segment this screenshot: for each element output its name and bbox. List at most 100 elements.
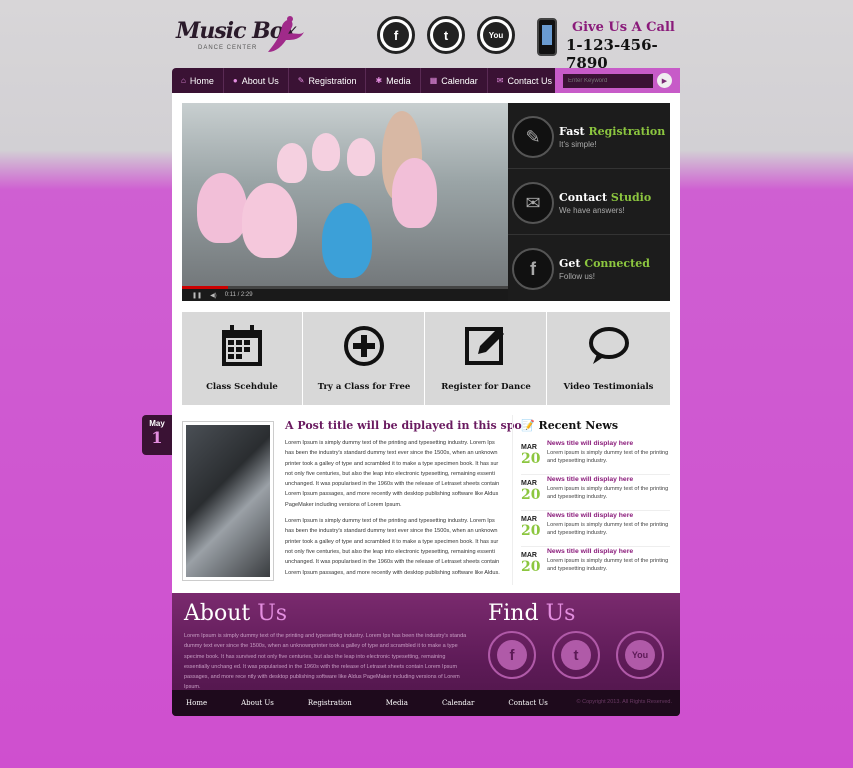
nav-label: About Us	[241, 75, 279, 86]
feature-label: Video Testimonials	[563, 382, 654, 392]
news-day: 20	[521, 487, 541, 503]
news-item[interactable]: MAR 20 News title will display here Lore…	[521, 512, 670, 547]
copyright: © Copyright 2013. All Rights Reserved.	[576, 699, 672, 705]
nav-item-about[interactable]: ● About Us	[224, 68, 289, 93]
nav-label: Contact Us	[507, 75, 553, 86]
info-icon: ●	[232, 76, 238, 85]
footer-facebook-icon[interactable]: f	[488, 631, 536, 679]
feature-label: Class Scehdule	[206, 382, 278, 392]
quick-link-registration[interactable]: ✎ Fast Registration It's simple!	[508, 103, 670, 169]
calendar-icon	[220, 324, 264, 368]
post-title[interactable]: A Post title will be diplayed in this sp…	[285, 419, 532, 432]
footer-link-calendar[interactable]: Calendar	[442, 699, 474, 707]
notepad-icon: 📝	[521, 419, 535, 432]
nav-item-contact[interactable]: ✉ Contact Us	[488, 68, 563, 93]
gear-icon: ✱	[375, 76, 383, 85]
post-paragraph: Lorem Ipsum is simply dummy text of the …	[285, 440, 500, 508]
nav-item-registration[interactable]: ✎ Registration	[289, 68, 367, 93]
nav-item-calendar[interactable]: ▦ Calendar	[421, 68, 488, 93]
feature-register[interactable]: Register for Dance	[426, 312, 547, 405]
news-item[interactable]: MAR 20 News title will display here Lore…	[521, 548, 670, 583]
footer-twitter-icon[interactable]: t	[552, 631, 600, 679]
video-player[interactable]: ❚❚ ◀) 0:11 / 2:29	[182, 103, 508, 301]
twitter-glyph: t	[561, 640, 591, 670]
post-body: Lorem Ipsum is simply dummy text of the …	[285, 438, 501, 584]
news-item[interactable]: MAR 20 News title will display here Lore…	[521, 476, 670, 511]
news-item-body: Lorem ipsum is simply dummy text of the …	[547, 450, 669, 464]
news-day: 20	[521, 523, 541, 539]
feature-label: Register for Dance	[441, 382, 531, 392]
twitter-icon[interactable]: t	[427, 16, 465, 54]
video-frame	[182, 103, 508, 301]
facebook-glyph: f	[497, 640, 527, 670]
ql-subtitle: Follow us!	[559, 272, 596, 281]
call-label: Give Us A Call	[572, 20, 675, 35]
features-row: Class Scehdule Try a Class for Free Regi…	[182, 312, 670, 405]
volume-icon[interactable]: ◀)	[210, 292, 217, 299]
main-content: ❚❚ ◀) 0:11 / 2:29 ✎ Fast Registration It…	[142, 93, 680, 593]
youtube-icon[interactable]: You	[477, 16, 515, 54]
post-date-badge: May 1	[142, 415, 172, 455]
news-heading: 📝 Recent News	[521, 419, 670, 432]
find-heading-b: Us	[545, 601, 576, 626]
news-title: Recent News	[538, 419, 619, 432]
post-paragraph: Lorem Ipsum is simply dummy text of the …	[285, 518, 500, 576]
quick-link-connect[interactable]: f Get Connected Follow us!	[508, 235, 670, 301]
main-nav: ⌂ Home ● About Us ✎ Registration ✱ Media ▦ Ca…	[172, 68, 680, 93]
nav-item-home[interactable]: ⌂ Home	[172, 68, 224, 93]
pen-icon: ✎	[297, 76, 305, 85]
news-item[interactable]: MAR 20 News title will display here Lore…	[521, 440, 670, 475]
search-input[interactable]	[563, 73, 653, 88]
speech-bubble-icon	[587, 324, 631, 368]
news-month: MAR	[521, 480, 537, 487]
news-day: 20	[521, 559, 541, 575]
news-month: MAR	[521, 552, 537, 559]
site-footer: About Us Lorem Ipsum is simply dummy tex…	[172, 593, 680, 716]
news-item-title[interactable]: News title will display here	[547, 440, 633, 447]
footer-youtube-icon[interactable]: You	[616, 631, 664, 679]
news-item-body: Lorem ipsum is simply dummy text of the …	[547, 522, 669, 536]
facebook-icon[interactable]: f	[377, 16, 415, 54]
news-item-title[interactable]: News title will display here	[547, 476, 633, 483]
plus-circle-icon	[342, 324, 386, 368]
footer-link-registration[interactable]: Registration	[308, 699, 352, 707]
footer-link-contact[interactable]: Contact Us	[508, 699, 548, 707]
page-wrapper: Music Box DANCE CENTER f t You Give Us A…	[142, 0, 680, 768]
home-icon: ⌂	[181, 76, 186, 85]
search-go-button[interactable]: ▶	[657, 73, 672, 88]
pen-icon: ✎	[512, 116, 554, 158]
pause-icon[interactable]: ❚❚	[192, 292, 202, 299]
youtube-glyph: You	[625, 640, 655, 670]
search-area: ▶	[555, 68, 680, 93]
feature-video-testimonials[interactable]: Video Testimonials	[548, 312, 669, 405]
feature-label: Try a Class for Free	[317, 382, 411, 392]
about-heading-a: About	[184, 601, 251, 626]
feature-try-class[interactable]: Try a Class for Free	[304, 312, 425, 405]
nav-item-media[interactable]: ✱ Media	[366, 68, 421, 93]
feature-class-schedule[interactable]: Class Scehdule	[182, 312, 303, 405]
facebook-icon: f	[512, 248, 554, 290]
footer-link-media[interactable]: Media	[386, 699, 408, 707]
about-text: Lorem Ipsum is simply dummy text of the …	[184, 633, 467, 691]
footer-link-about[interactable]: About Us	[241, 699, 274, 707]
post-thumbnail[interactable]	[182, 421, 274, 581]
phone-number[interactable]: 1-123-456-7890	[566, 36, 680, 72]
ql-title-b: Registration	[588, 125, 666, 138]
news-item-title[interactable]: News title will display here	[547, 512, 633, 519]
news-day: 20	[521, 451, 541, 467]
facebook-glyph: f	[383, 22, 409, 48]
nav-label: Home	[189, 75, 214, 86]
dancer-icon	[268, 16, 304, 52]
news-item-title[interactable]: News title will display here	[547, 548, 633, 555]
about-heading-b: Us	[257, 601, 288, 626]
site-logo[interactable]: Music Box DANCE CENTER	[172, 12, 312, 62]
footer-link-home[interactable]: Home	[186, 699, 207, 707]
recent-news: 📝 Recent News MAR 20 News title will dis…	[512, 415, 670, 585]
find-heading: Find Us	[488, 601, 575, 626]
mail-icon: ✉	[496, 76, 504, 85]
quick-link-contact[interactable]: ✉ Contact Studio We have answers!	[508, 169, 670, 235]
ql-title-b: Studio	[610, 191, 652, 204]
news-month: MAR	[521, 444, 537, 451]
about-heading: About Us	[184, 601, 287, 626]
footer-nav: Home About Us Registration Media Calenda…	[172, 690, 680, 716]
